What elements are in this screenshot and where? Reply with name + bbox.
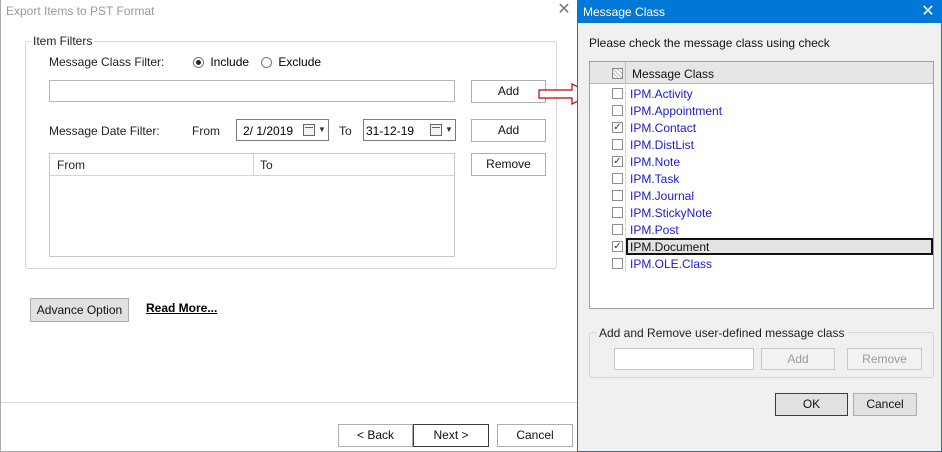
message-class-name[interactable]: IPM.StickyNote bbox=[630, 206, 712, 220]
class-checkbox[interactable] bbox=[612, 258, 623, 269]
message-class-name[interactable]: IPM.DistList bbox=[630, 138, 694, 152]
grid-header: Message Class bbox=[590, 62, 933, 84]
class-checkbox[interactable]: ✓ bbox=[612, 241, 623, 252]
close-icon[interactable]: ✕ bbox=[917, 2, 939, 22]
column-divider bbox=[625, 255, 626, 272]
advance-option-button[interactable]: Advance Option bbox=[30, 298, 129, 322]
column-divider bbox=[625, 170, 626, 187]
cancel-button[interactable]: Cancel bbox=[497, 424, 573, 447]
from-date-value: 2/ 1/2019 bbox=[243, 124, 294, 138]
class-checkbox[interactable] bbox=[612, 88, 623, 99]
message-class-filter-label: Message Class Filter: bbox=[49, 55, 165, 69]
add-user-class-button[interactable]: Add bbox=[761, 348, 835, 370]
message-class-name[interactable]: IPM.Activity bbox=[630, 87, 693, 101]
column-divider bbox=[625, 62, 626, 84]
include-label: Include bbox=[210, 55, 250, 69]
user-defined-legend: Add and Remove user-defined message clas… bbox=[596, 326, 848, 340]
read-more-link[interactable]: Read More... bbox=[146, 301, 217, 315]
calendar-icon[interactable] bbox=[430, 124, 442, 136]
date-range-list[interactable]: From To bbox=[49, 153, 455, 257]
list-item[interactable]: IPM.Task bbox=[590, 170, 933, 187]
include-radio-indicator[interactable] bbox=[193, 57, 204, 69]
export-items-dialog: Export Items to PST Format ✕ Item Filter… bbox=[0, 0, 579, 452]
message-class-input[interactable] bbox=[49, 80, 455, 102]
calendar-icon[interactable] bbox=[303, 124, 315, 136]
class-checkbox[interactable] bbox=[612, 139, 623, 150]
message-class-name[interactable]: IPM.OLE.Class bbox=[630, 257, 712, 271]
from-label: From bbox=[192, 124, 220, 138]
dialog-title: Message Class bbox=[583, 5, 666, 19]
message-class-grid[interactable]: Message Class IPM.Activity IPM.Appointmen… bbox=[589, 61, 934, 309]
remove-user-class-button[interactable]: Remove bbox=[847, 348, 922, 370]
class-checkbox[interactable] bbox=[612, 173, 623, 184]
column-to[interactable]: To bbox=[260, 158, 273, 172]
message-class-name[interactable]: IPM.Appointment bbox=[630, 104, 722, 118]
exclude-radio[interactable]: Exclude bbox=[261, 55, 321, 69]
list-item[interactable]: IPM.Journal bbox=[590, 187, 933, 204]
select-all-icon[interactable] bbox=[612, 68, 623, 79]
add-class-button[interactable]: Add bbox=[471, 80, 546, 103]
class-checkbox[interactable]: ✓ bbox=[612, 156, 623, 167]
column-divider bbox=[625, 187, 626, 204]
footer-divider bbox=[1, 402, 579, 403]
list-item[interactable]: IPM.OLE.Class bbox=[590, 255, 933, 272]
date-list-header: From To bbox=[50, 154, 454, 176]
from-date-picker[interactable]: 2/ 1/2019 ▼ bbox=[236, 119, 329, 141]
message-class-name[interactable]: IPM.Note bbox=[630, 155, 680, 169]
to-date-value: 31-12-19 bbox=[366, 124, 415, 138]
column-divider bbox=[625, 204, 626, 221]
message-date-filter-label: Message Date Filter: bbox=[49, 124, 160, 138]
column-divider bbox=[625, 119, 626, 136]
class-checkbox[interactable] bbox=[612, 190, 623, 201]
back-button[interactable]: < Back bbox=[338, 424, 413, 447]
message-class-name[interactable]: IPM.Post bbox=[630, 223, 679, 237]
close-icon[interactable]: ✕ bbox=[554, 1, 574, 19]
to-label: To bbox=[339, 124, 352, 138]
list-item[interactable]: IPM.Appointment bbox=[590, 102, 933, 119]
message-class-name[interactable]: IPM.Contact bbox=[630, 121, 696, 135]
column-divider bbox=[625, 153, 626, 170]
list-item[interactable]: ✓ IPM.Contact bbox=[590, 119, 933, 136]
message-class-dialog: Message Class ✕ Please check the message… bbox=[577, 0, 942, 452]
message-class-name[interactable]: IPM.Journal bbox=[630, 189, 694, 203]
include-radio[interactable]: Include bbox=[193, 55, 249, 69]
column-divider bbox=[625, 136, 626, 153]
to-date-picker[interactable]: 31-12-19 ▼ bbox=[363, 119, 456, 141]
list-item[interactable]: IPM.Activity bbox=[590, 85, 933, 102]
dialog-title: Export Items to PST Format bbox=[6, 4, 155, 18]
cancel-button[interactable]: Cancel bbox=[853, 393, 917, 416]
add-date-button[interactable]: Add bbox=[471, 119, 546, 142]
message-class-name[interactable]: IPM.Task bbox=[630, 172, 679, 186]
column-message-class[interactable]: Message Class bbox=[632, 67, 714, 81]
ok-button[interactable]: OK bbox=[775, 393, 848, 416]
list-item[interactable]: ✓ IPM.Document bbox=[590, 238, 933, 255]
column-divider bbox=[625, 238, 626, 255]
list-item[interactable]: IPM.StickyNote bbox=[590, 204, 933, 221]
column-divider bbox=[625, 102, 626, 119]
exclude-radio-indicator[interactable] bbox=[261, 57, 272, 69]
list-item[interactable]: IPM.Post bbox=[590, 221, 933, 238]
class-checkbox[interactable] bbox=[612, 224, 623, 235]
column-from[interactable]: From bbox=[57, 158, 85, 172]
column-divider bbox=[253, 154, 254, 176]
exclude-label: Exclude bbox=[278, 55, 322, 69]
message-class-name[interactable]: IPM.Document bbox=[630, 240, 709, 254]
class-checkbox[interactable] bbox=[612, 105, 623, 116]
user-defined-class-input[interactable] bbox=[614, 348, 754, 370]
list-item[interactable]: ✓ IPM.Note bbox=[590, 153, 933, 170]
list-item[interactable]: IPM.DistList bbox=[590, 136, 933, 153]
next-button[interactable]: Next > bbox=[413, 424, 489, 447]
chevron-down-icon[interactable]: ▼ bbox=[318, 125, 326, 135]
remove-date-button[interactable]: Remove bbox=[471, 153, 546, 176]
instruction-text: Please check the message class using che… bbox=[589, 36, 830, 50]
column-divider bbox=[625, 221, 626, 238]
column-divider bbox=[625, 85, 626, 102]
chevron-down-icon[interactable]: ▼ bbox=[445, 125, 453, 135]
class-checkbox[interactable]: ✓ bbox=[612, 122, 623, 133]
item-filters-legend: Item Filters bbox=[31, 34, 95, 48]
class-checkbox[interactable] bbox=[612, 207, 623, 218]
